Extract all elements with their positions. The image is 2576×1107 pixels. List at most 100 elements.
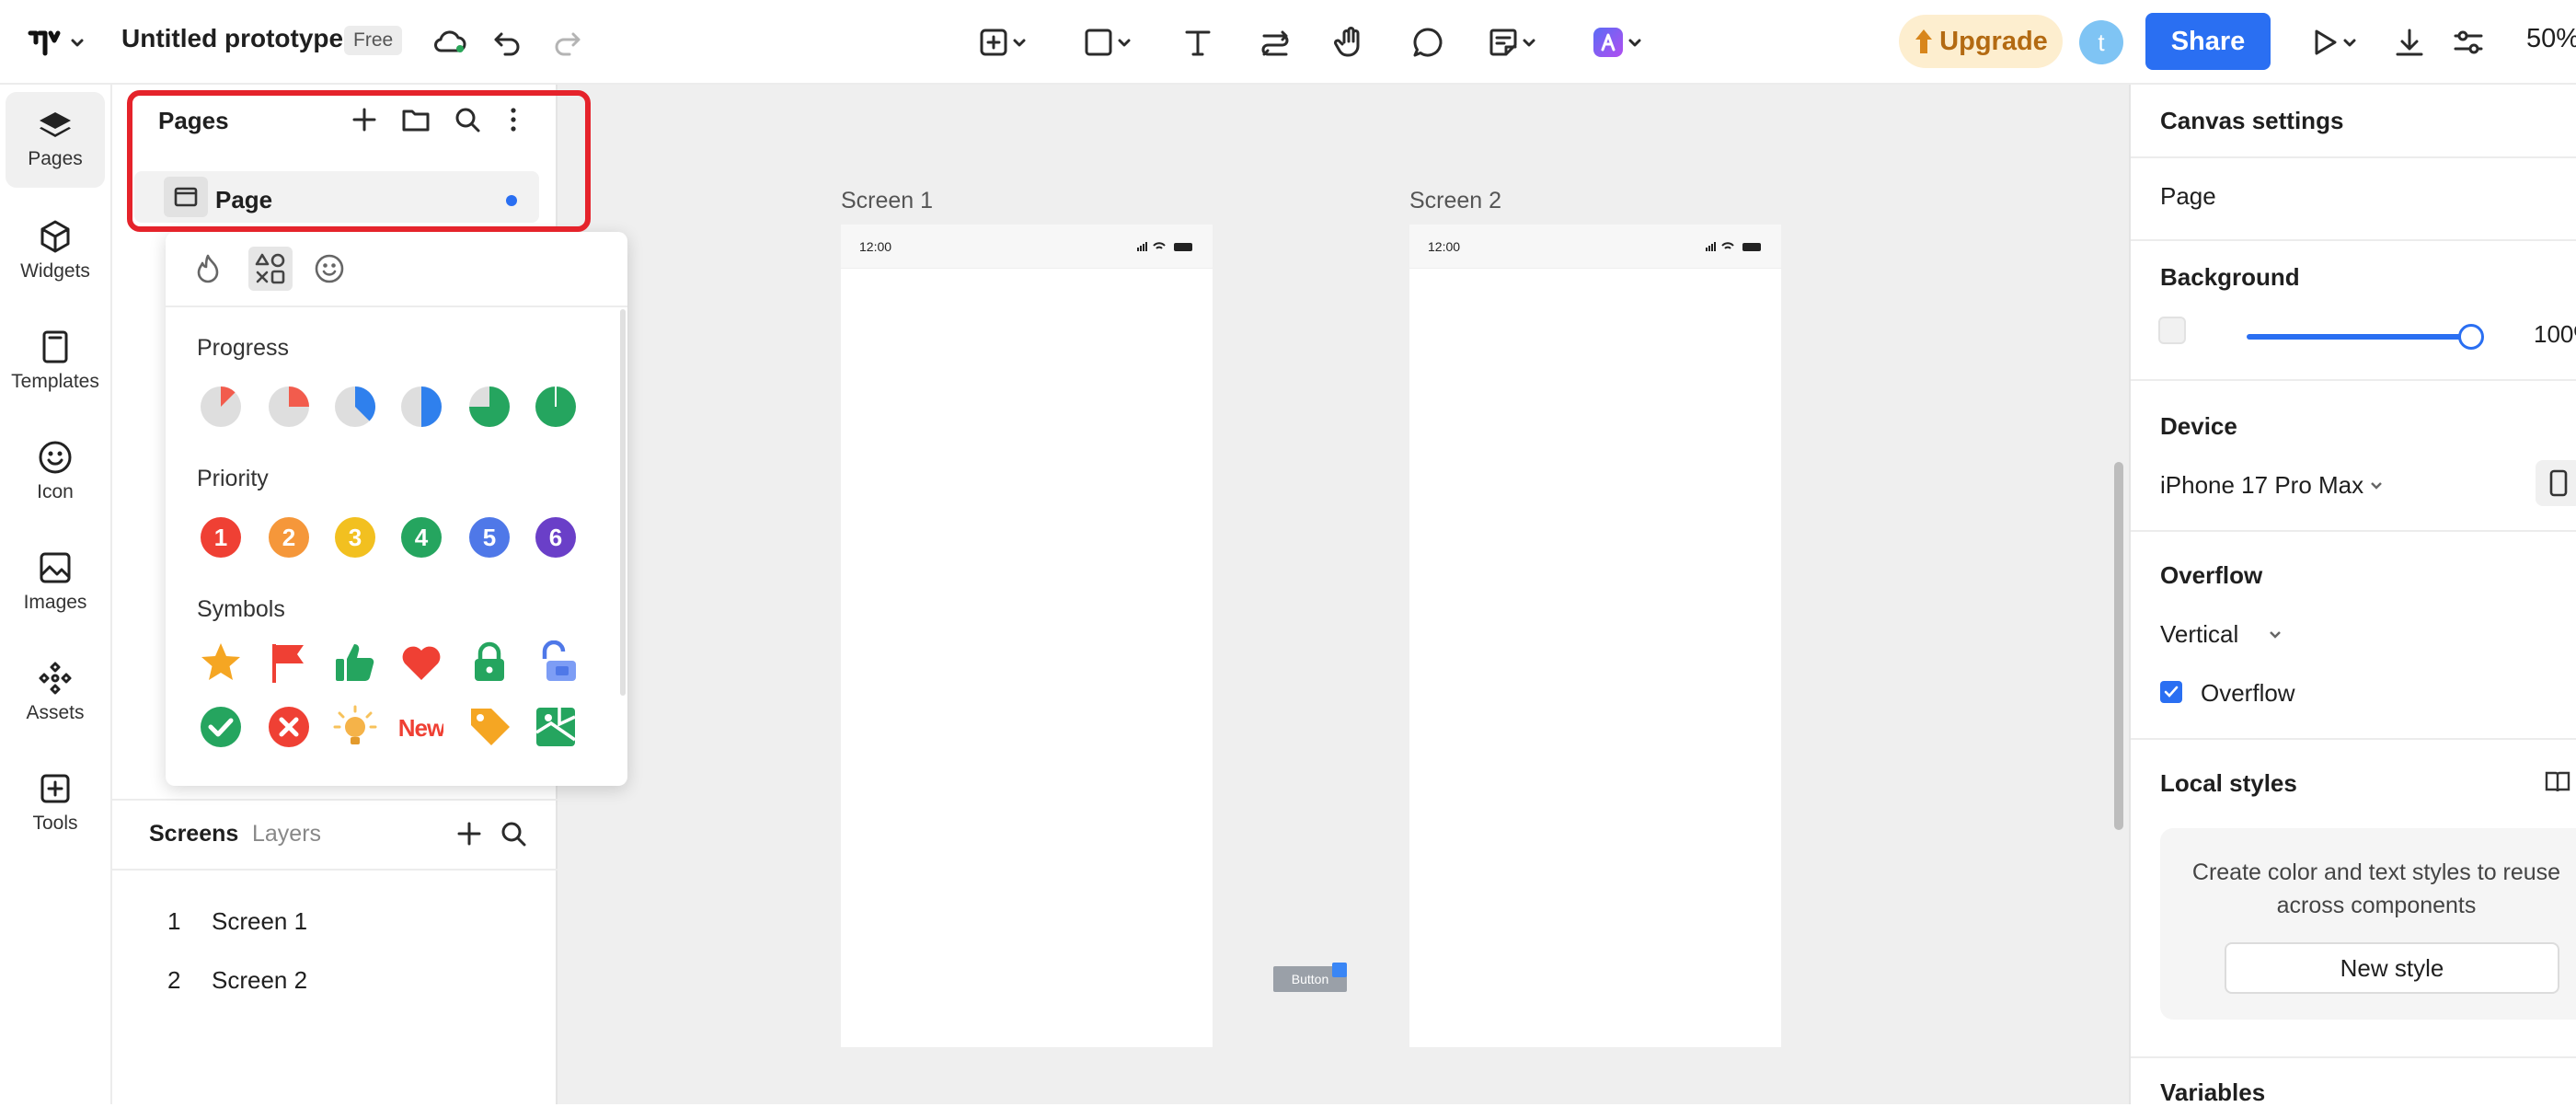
rail-item-templates[interactable]: Templates — [6, 313, 105, 409]
opacity-slider-handle[interactable] — [2458, 324, 2484, 350]
tab-recent[interactable] — [186, 247, 230, 291]
book-icon[interactable] — [2543, 767, 2572, 797]
tab-shapes[interactable] — [248, 247, 293, 291]
priority-2-icon[interactable]: 2 — [267, 515, 311, 559]
upgrade-label: Upgrade — [1939, 26, 2048, 56]
progress-icon[interactable] — [199, 385, 243, 429]
rail-item-icon[interactable]: Icon — [6, 423, 105, 519]
star-icon[interactable] — [199, 640, 243, 685]
app-logo-menu[interactable] — [22, 18, 92, 66]
chevron-down-icon — [2343, 39, 2356, 47]
lightbulb-icon[interactable] — [333, 705, 377, 749]
assets-icon — [39, 662, 72, 695]
progress-icon[interactable] — [399, 385, 443, 429]
flag-icon[interactable] — [267, 640, 311, 685]
text-tool-button[interactable] — [1178, 18, 1218, 66]
chevron-down-icon — [1013, 39, 1026, 47]
background-color-swatch[interactable] — [2158, 317, 2186, 344]
frame-label-screen-1[interactable]: Screen 1 — [841, 188, 933, 214]
avatar[interactable]: t — [2079, 20, 2123, 64]
progress-icon[interactable] — [534, 385, 578, 429]
local-styles-hint: Create color and text styles to reuse ac… — [2191, 859, 2561, 918]
priority-4-icon[interactable]: 4 — [399, 515, 443, 559]
rail-label-icon: Icon — [37, 481, 74, 502]
heart-icon[interactable] — [399, 640, 443, 685]
preview-button[interactable] — [2300, 18, 2368, 66]
map-icon[interactable] — [534, 705, 578, 749]
undo-button[interactable] — [486, 18, 530, 66]
selection-highlight-box — [127, 90, 591, 232]
cube-icon — [40, 220, 70, 253]
play-icon — [2315, 29, 2337, 55]
unlock-icon[interactable] — [534, 640, 578, 685]
rail-item-assets[interactable]: Assets — [6, 644, 105, 740]
device-select[interactable]: iPhone 17 Pro Max — [2160, 471, 2363, 500]
settings-tab-page[interactable]: Page — [2160, 182, 2216, 211]
priority-6-icon[interactable]: 6 — [534, 515, 578, 559]
chevron-down-icon — [2371, 482, 2382, 490]
cloud-sync-button[interactable] — [427, 18, 473, 66]
opacity-slider[interactable] — [2247, 334, 2471, 340]
redo-button[interactable] — [545, 18, 589, 66]
tab-layers[interactable]: Layers — [252, 821, 321, 848]
priority-3-icon[interactable]: 3 — [333, 515, 377, 559]
ai-tool-button[interactable] — [1584, 18, 1652, 66]
panel-divider — [112, 799, 558, 801]
design-canvas[interactable]: Screen 1 12:00 Button Screen 2 12:00 — [558, 85, 2129, 1104]
priority-1-icon[interactable]: 1 — [199, 515, 243, 559]
tab-screens[interactable]: Screens — [149, 821, 238, 848]
check-circle-icon[interactable] — [199, 705, 243, 749]
screen-frame-2[interactable]: 12:00 — [1409, 225, 1781, 1047]
screen-number: 1 — [167, 907, 181, 935]
shape-tool-button[interactable] — [1075, 18, 1143, 66]
overflow-direction-select[interactable]: Vertical — [2160, 620, 2238, 649]
rail-item-widgets[interactable]: Widgets — [6, 202, 105, 298]
tag-icon[interactable] — [467, 705, 512, 749]
new-badge-icon[interactable]: New — [399, 705, 443, 749]
lock-icon[interactable] — [467, 640, 512, 685]
overflow-checkbox-label[interactable]: Overflow — [2201, 679, 2295, 708]
rail-label-pages: Pages — [28, 148, 83, 169]
overflow-label: Overflow — [2160, 561, 2263, 589]
add-frame-button[interactable] — [970, 18, 1038, 66]
opacity-value[interactable]: 100% — [2534, 320, 2576, 349]
progress-icon[interactable] — [333, 385, 377, 429]
rail-item-images[interactable]: Images — [6, 534, 105, 629]
screen-list-item[interactable]: 1 Screen 1 — [112, 894, 558, 946]
progress-icon[interactable] — [467, 385, 512, 429]
canvas-scrollbar[interactable] — [2114, 462, 2123, 830]
progress-icon[interactable] — [267, 385, 311, 429]
comment-tool-button[interactable] — [1408, 18, 1448, 66]
upgrade-button[interactable]: Upgrade — [1899, 15, 2063, 68]
zoom-level[interactable]: 50% — [2526, 24, 2576, 54]
thumbs-up-icon[interactable] — [333, 640, 377, 685]
status-time: 12:00 — [1428, 239, 1461, 254]
project-title[interactable]: Untitled prototype — [121, 24, 343, 53]
smiley-icon — [39, 441, 72, 474]
rail-item-pages[interactable]: Pages — [6, 92, 105, 188]
overflow-checkbox[interactable] — [2160, 681, 2182, 703]
chevron-down-icon — [71, 39, 84, 47]
hand-tool-button[interactable] — [1330, 18, 1371, 66]
screen-frame-1[interactable]: 12:00 Button — [841, 225, 1347, 1047]
link-tool-button[interactable] — [1255, 18, 1295, 66]
x-circle-icon[interactable] — [267, 705, 311, 749]
add-screen-button[interactable] — [453, 817, 486, 850]
note-tool-button[interactable] — [1479, 18, 1547, 66]
screen-list-item[interactable]: 2 Screen 2 — [112, 953, 558, 1005]
tab-emoji[interactable] — [307, 247, 351, 291]
search-screens-button[interactable] — [497, 817, 530, 850]
arrow-up-icon — [1915, 29, 1933, 53]
download-icon — [2396, 29, 2423, 56]
priority-5-icon[interactable]: 5 — [467, 515, 512, 559]
new-style-button[interactable]: New style — [2225, 942, 2559, 994]
popup-scrollbar[interactable] — [620, 309, 626, 696]
download-button[interactable] — [2388, 18, 2431, 66]
redo-icon — [555, 32, 581, 56]
rail-item-tools[interactable]: Tools — [6, 755, 105, 850]
cloud-icon — [434, 30, 466, 52]
frame-label-screen-2[interactable]: Screen 2 — [1409, 188, 1501, 214]
share-button[interactable]: Share — [2145, 13, 2271, 70]
settings-sliders-button[interactable] — [2447, 18, 2490, 66]
device-orientation-button[interactable] — [2536, 460, 2576, 506]
